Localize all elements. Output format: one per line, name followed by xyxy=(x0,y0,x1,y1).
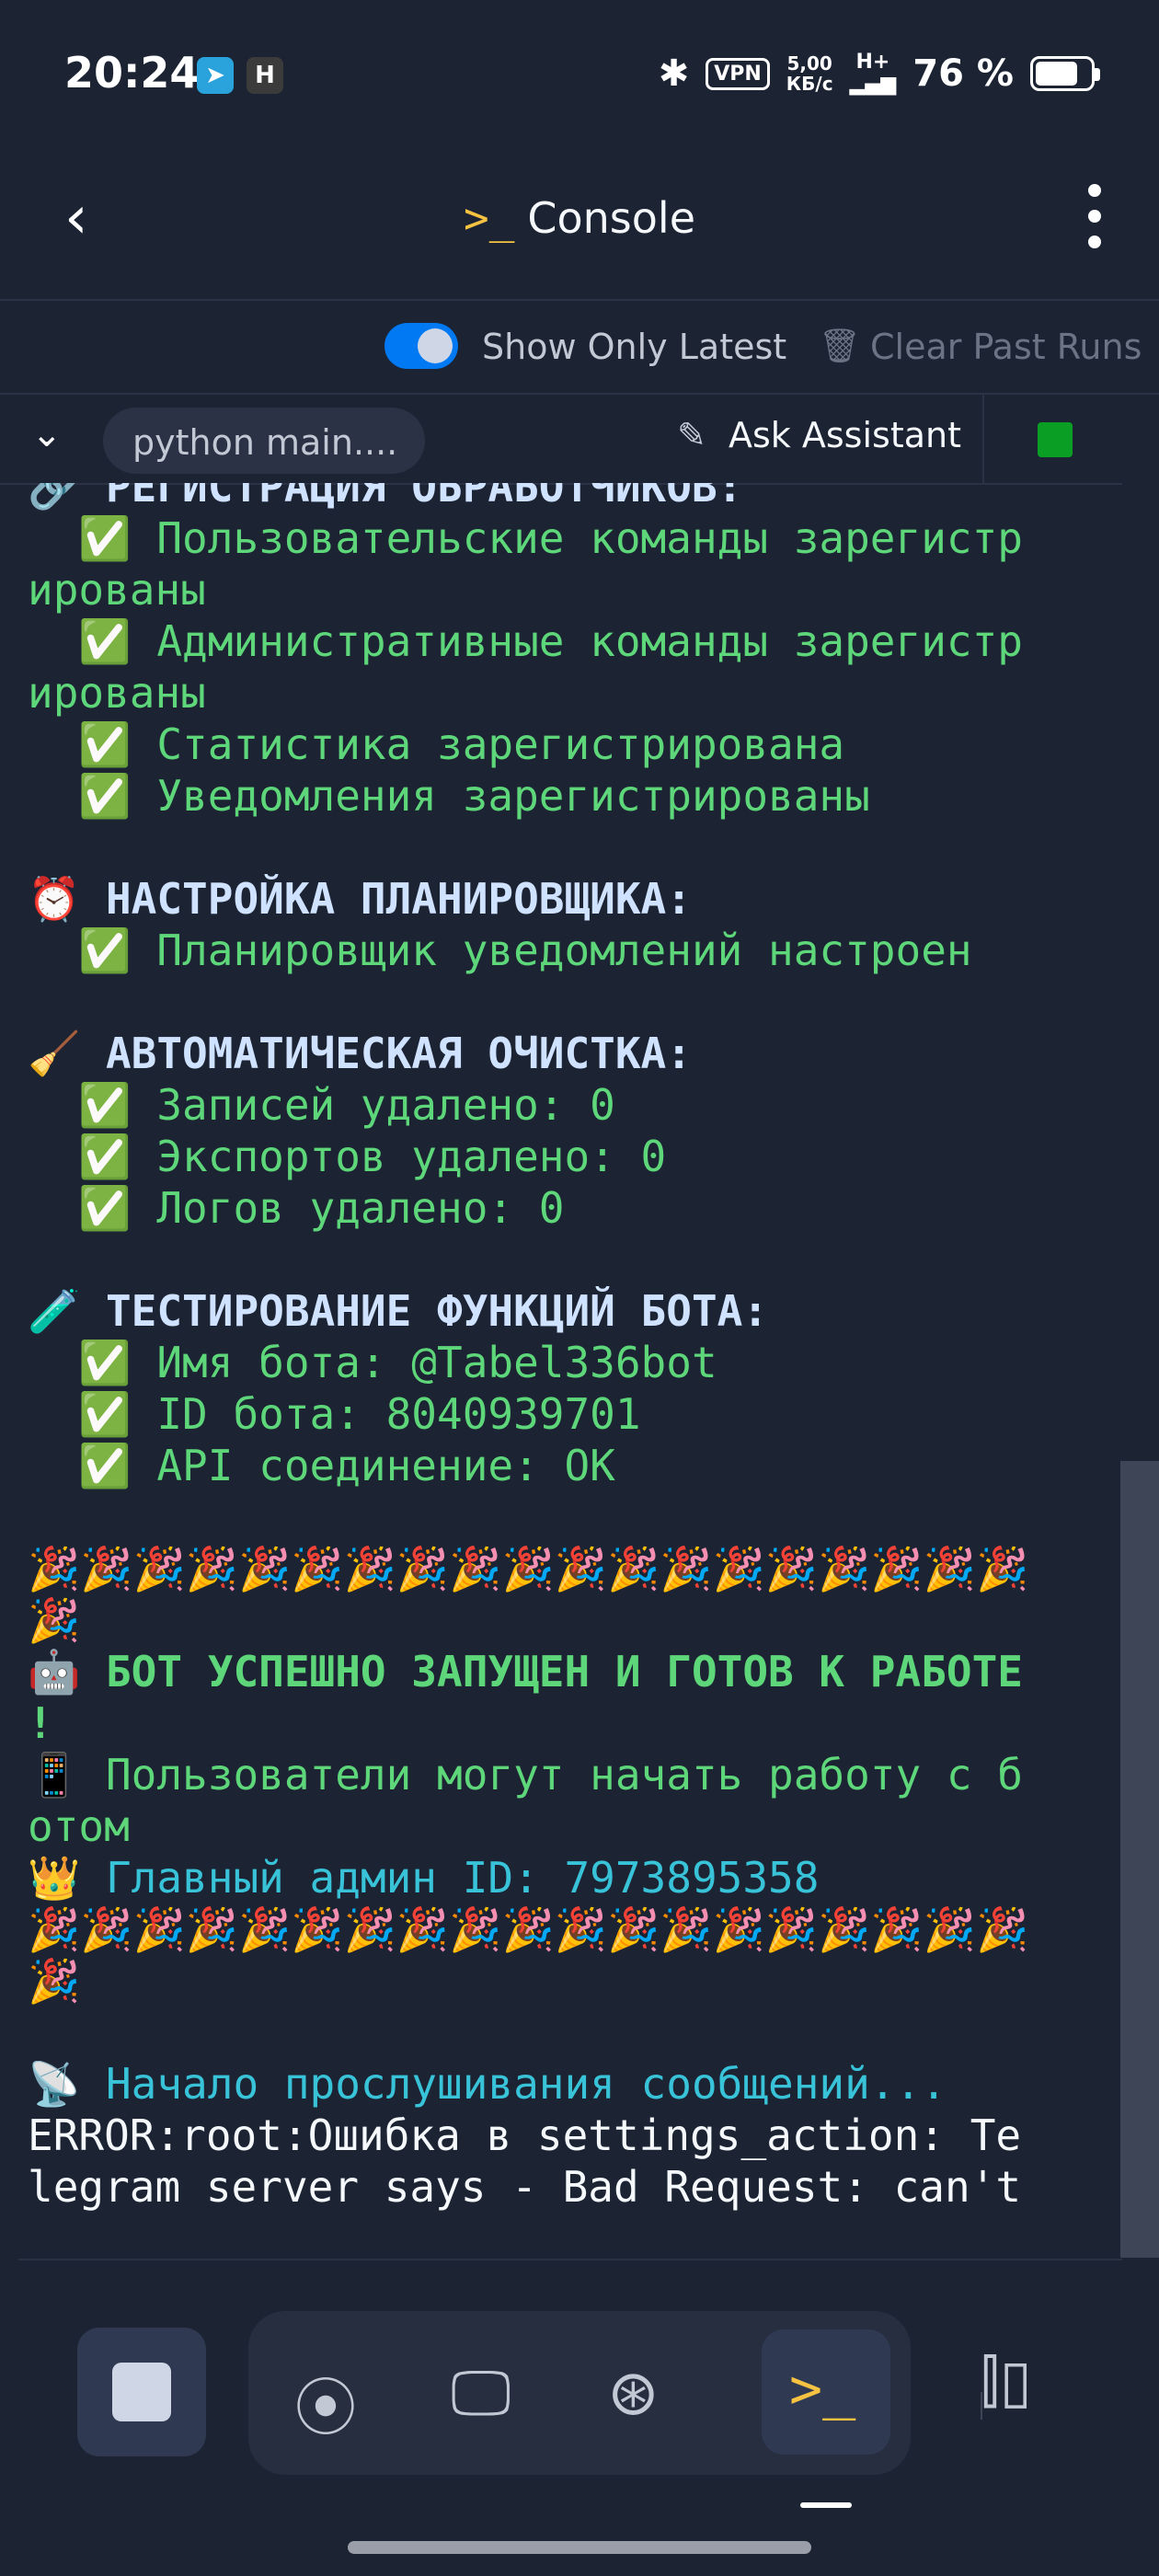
h-icon: H xyxy=(247,57,283,94)
clear-past-runs-button[interactable]: Clear Past Runs xyxy=(870,327,1142,367)
run-tab[interactable]: python main.... xyxy=(103,408,425,474)
console-line: ✅ Статистика зарегистрирована xyxy=(28,719,845,769)
console-line: 🎉🎉🎉🎉🎉🎉🎉🎉🎉🎉🎉🎉🎉🎉🎉🎉🎉🎉🎉 xyxy=(28,1544,1029,1593)
assistant-sparkle-icon: ✎ xyxy=(677,415,706,455)
chevron-down-icon[interactable]: ⌄ xyxy=(31,413,63,455)
status-bar: 20:24 ➤ H ✱ VPN 5,00 КБ/с H+ ▂▄▆ 76 % xyxy=(0,0,1159,156)
ask-assistant-button[interactable]: Ask Assistant xyxy=(729,415,961,455)
console-line: ✅ Записей удалено: 0 xyxy=(28,1080,615,1130)
bluetooth-icon: ✱ xyxy=(658,52,690,95)
console-line: отом xyxy=(28,1801,130,1851)
console-line: ✅ ID бота: 8040939701 xyxy=(28,1389,641,1439)
console-line: ированы xyxy=(28,668,206,718)
active-tab-indicator xyxy=(800,2502,852,2508)
stop-button[interactable] xyxy=(77,2328,206,2456)
telegram-icon: ➤ xyxy=(197,57,234,94)
bottom-toolbar: ⦿ 🖵 ⊛ >_ ⫿▯ xyxy=(0,2300,1159,2484)
console-line: 🔗 РЕГИСТРАЦИЯ ОБРАБОТЧИКОВ: xyxy=(28,483,743,512)
console-line: ⏰ НАСТРОЙКА ПЛАНИРОВЩИКА: xyxy=(28,874,692,924)
status-right: ✱ VPN 5,00 КБ/с H+ ▂▄▆ 76 % xyxy=(658,51,1100,96)
divider xyxy=(18,2259,1122,2260)
battery-text: 76 % xyxy=(912,52,1014,95)
console-controls: Show Only Latest 🗑 Clear Past Runs xyxy=(0,301,1159,395)
net-speed-unit: КБ/с xyxy=(786,73,833,95)
console-line: ✅ Административные команды зарегистр xyxy=(28,616,1023,666)
console-output[interactable]: 🔗 РЕГИСТРАЦИЯ ОБРАБОТЧИКОВ: ✅ Пользовате… xyxy=(0,483,1122,2259)
console-line: legram server says - Bad Request: can't xyxy=(28,2162,1022,2212)
more-options-icon[interactable] xyxy=(1085,184,1104,248)
show-latest-toggle[interactable] xyxy=(384,323,458,369)
app-header: ‹ >_ Console xyxy=(0,156,1159,301)
console-line: 🤖 БОТ УСПЕШНО ЗАПУЩЕН И ГОТОВ К РАБОТЕ xyxy=(28,1647,1023,1696)
battery-icon xyxy=(1030,56,1100,91)
console-tab-button[interactable]: >_ xyxy=(762,2329,890,2455)
divider xyxy=(982,395,984,483)
console-line: ✅ Уведомления зарегистрированы xyxy=(28,771,870,821)
title-text: Console xyxy=(527,193,695,243)
webview-icon[interactable]: 🖵 xyxy=(451,2357,511,2431)
console-line: 📱 Пользователи могут начать работу с б xyxy=(28,1750,1023,1800)
console-line: ированы xyxy=(28,565,206,615)
console-line: ✅ API соединение: OK xyxy=(28,1441,615,1490)
console-line: 📡 Начало прослушивания сообщений... xyxy=(28,2059,947,2109)
net-speed-value: 5,00 xyxy=(786,52,832,75)
vpn-badge: VPN xyxy=(706,57,770,90)
show-latest-label[interactable]: Show Only Latest xyxy=(482,327,786,367)
console-line: 👑 Главный админ ID: 7973895358 xyxy=(28,1853,820,1903)
stop-icon xyxy=(112,2363,171,2421)
console-line: 🎉 xyxy=(28,1956,81,2006)
panes-icon[interactable]: ⫿▯ xyxy=(981,2348,1032,2416)
status-time: 20:24 xyxy=(64,48,200,98)
run-tab-row: ⌄ python main.... ✎ Ask Assistant xyxy=(0,395,1122,485)
console-line: 🎉🎉🎉🎉🎉🎉🎉🎉🎉🎉🎉🎉🎉🎉🎉🎉🎉🎉🎉 xyxy=(28,1904,1029,1954)
git-icon[interactable]: ⦿ xyxy=(294,2357,357,2448)
deploy-icon[interactable]: ⊛ xyxy=(607,2357,660,2430)
console-prompt-icon: >_ xyxy=(464,193,515,243)
console-line: 🧪 ТЕСТИРОВАНИЕ ФУНКЦИЙ БОТА: xyxy=(28,1286,769,1336)
console-line: ✅ Планировщик уведомлений настроен xyxy=(28,926,972,975)
console-icon: >_ xyxy=(789,2357,856,2421)
run-status-indicator xyxy=(1038,422,1073,457)
console-line: ✅ Имя бота: @Tabel336bot xyxy=(28,1338,717,1387)
console-line: ERROR:root:Ошибка в settings_action: Te xyxy=(28,2110,1022,2160)
console-line: 🎉 xyxy=(28,1595,81,1645)
home-indicator[interactable] xyxy=(348,2541,811,2554)
signal-icon: H+ ▂▄▆ xyxy=(849,51,897,96)
console-line: 🧹 АВТОМАТИЧЕСКАЯ ОЧИСТКА: xyxy=(28,1029,692,1078)
console-line: ✅ Пользовательские команды зарегистр xyxy=(28,513,1023,563)
console-line: ✅ Логов удалено: 0 xyxy=(28,1183,565,1233)
console-line: ✅ Экспортов удалено: 0 xyxy=(28,1132,667,1181)
console-scrollbar[interactable] xyxy=(1120,1461,1159,2258)
net-speed: 5,00 КБ/с xyxy=(786,53,833,94)
console-line: ! xyxy=(28,1698,53,1748)
trash-icon: 🗑 xyxy=(819,328,861,365)
page-title: >_ Console xyxy=(0,193,1159,243)
